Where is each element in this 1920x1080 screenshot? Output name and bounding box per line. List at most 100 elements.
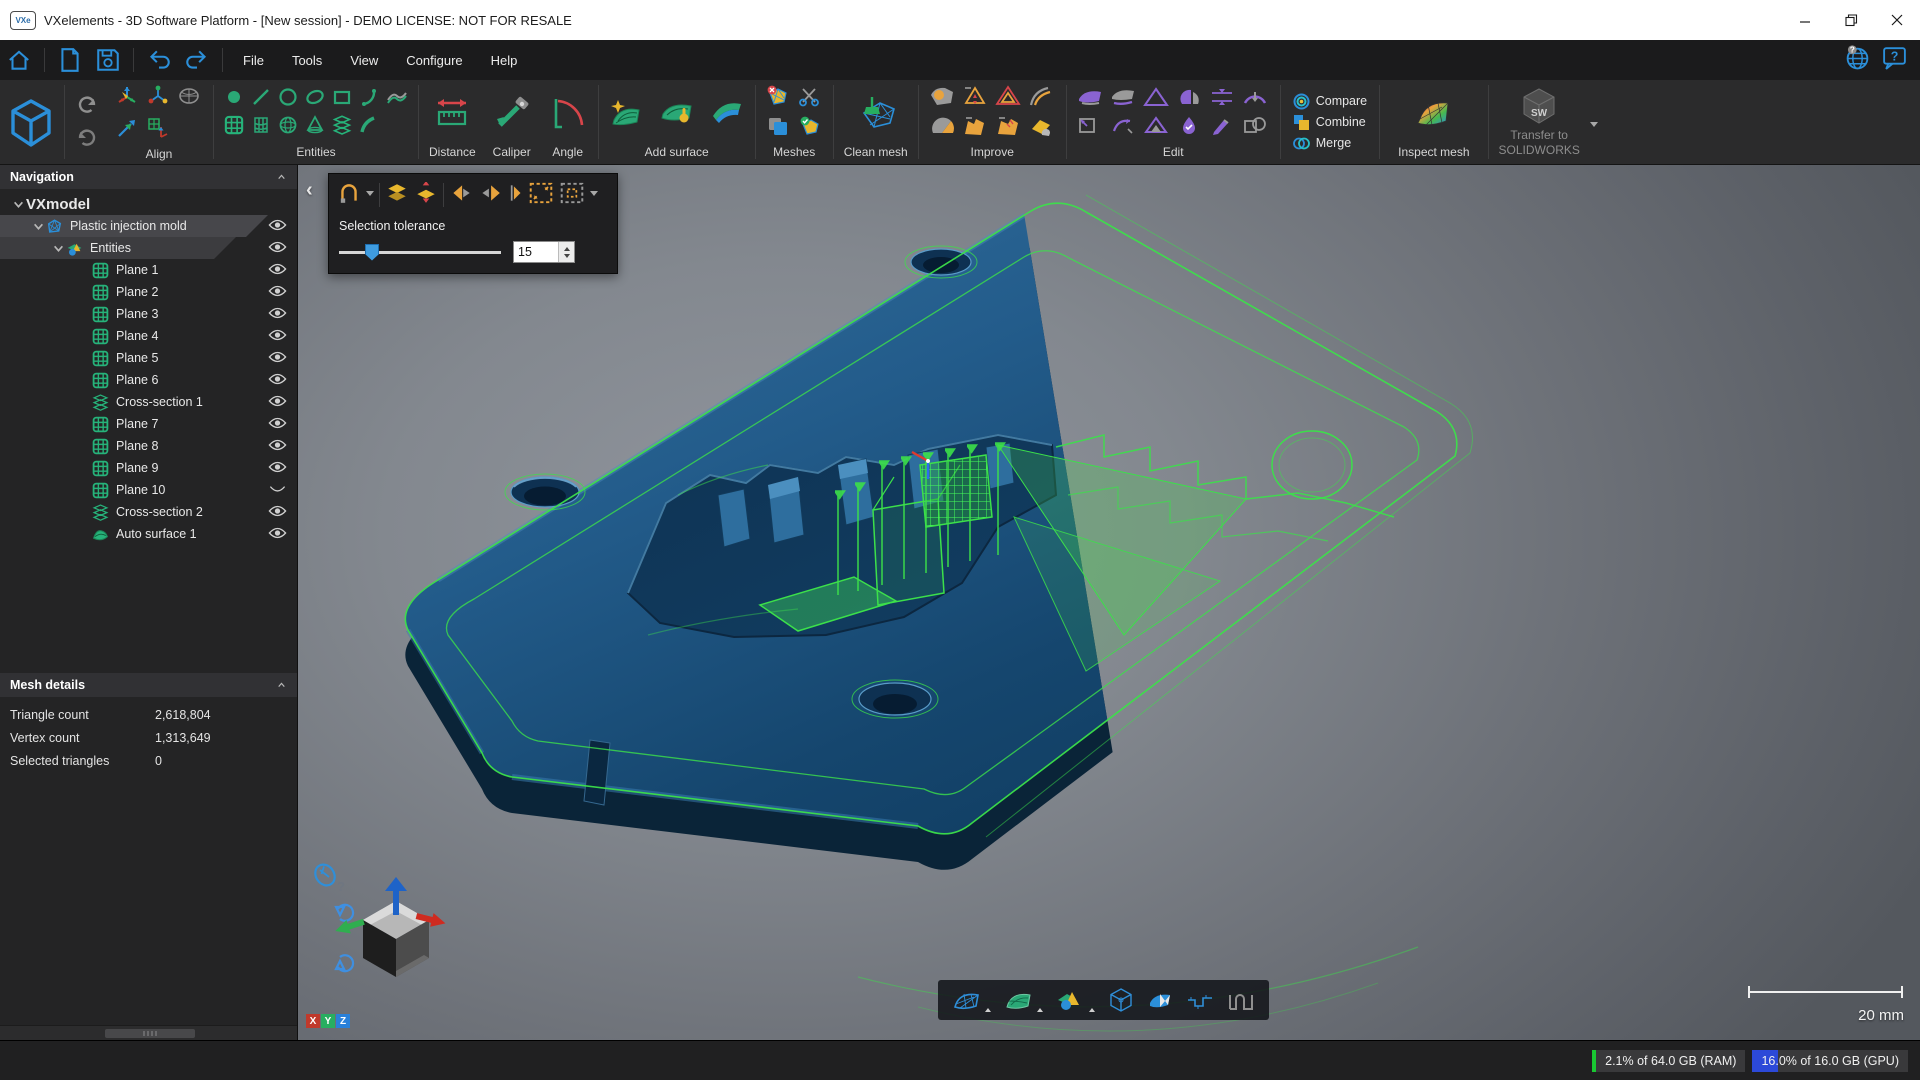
edit-boolean-button[interactable] xyxy=(1242,115,1270,140)
menu-configure[interactable]: Configure xyxy=(392,40,476,80)
entity-cross-section-button[interactable] xyxy=(332,115,352,140)
slider-thumb[interactable] xyxy=(365,244,379,261)
add-surface-fit-button[interactable] xyxy=(709,96,745,131)
shrink-selection-button[interactable] xyxy=(559,181,585,210)
combine-button[interactable]: Combine xyxy=(1293,114,1367,131)
navigation-cube[interactable] xyxy=(324,875,450,1002)
caliper-button[interactable]: Caliper xyxy=(484,80,540,164)
fill-holes-button[interactable] xyxy=(929,85,957,112)
tree-item-plane-9[interactable]: Plane 9 xyxy=(0,457,297,479)
entities-display-dropdown-icon[interactable] xyxy=(1089,1005,1095,1012)
select-visible-button[interactable] xyxy=(414,182,438,209)
ribbon-undo-button[interactable] xyxy=(75,92,99,121)
bounding-box-button[interactable] xyxy=(1108,987,1134,1013)
mesh-display-dropdown-icon[interactable] xyxy=(985,1005,991,1012)
online-help-button[interactable]: ? xyxy=(1844,44,1871,76)
entities-display-button[interactable] xyxy=(1056,988,1095,1012)
cross-section-view-button[interactable] xyxy=(1186,987,1214,1013)
boundary-smooth-button[interactable] xyxy=(1028,85,1056,112)
mesh-display-button[interactable] xyxy=(952,988,991,1012)
tree-item-plane-10[interactable]: Plane 10 xyxy=(0,479,297,501)
home-button[interactable] xyxy=(2,45,36,75)
menu-tools[interactable]: Tools xyxy=(278,40,336,80)
visibility-eye-closed-icon[interactable] xyxy=(268,482,287,497)
tree-item-plane-1[interactable]: Plane 1 xyxy=(0,259,297,281)
add-surface-manual-button[interactable] xyxy=(659,96,695,131)
tree-item-plane-6[interactable]: Plane 6 xyxy=(0,369,297,391)
flip-selection-button[interactable] xyxy=(507,182,523,209)
tree-item-cross-section-1[interactable]: Cross-section 1 xyxy=(0,391,297,413)
entity-plane-button[interactable] xyxy=(224,115,244,140)
tree-item-auto-surface-1[interactable]: Auto surface 1 xyxy=(0,523,297,545)
entity-curve-button[interactable] xyxy=(359,115,379,140)
entity-arc-button[interactable] xyxy=(359,87,379,112)
visibility-eye-icon[interactable] xyxy=(268,306,287,321)
visibility-eye-icon[interactable] xyxy=(268,350,287,365)
save-button[interactable] xyxy=(91,45,125,75)
new-session-button[interactable] xyxy=(53,45,87,75)
tree-item-cross-section-2[interactable]: Cross-section 2 xyxy=(0,501,297,523)
entity-circle-button[interactable] xyxy=(278,87,298,112)
align-entity-button[interactable] xyxy=(146,84,172,113)
tolerance-input[interactable] xyxy=(514,242,558,262)
visibility-eye-icon[interactable] xyxy=(268,372,287,387)
visibility-eye-icon[interactable] xyxy=(268,438,287,453)
visibility-eye-icon[interactable] xyxy=(268,328,287,343)
tree-item-plane-5[interactable]: Plane 5 xyxy=(0,347,297,369)
entity-point-button[interactable] xyxy=(224,87,244,112)
tree-item-entities[interactable]: Entities xyxy=(0,237,297,259)
edit-thickness-button[interactable] xyxy=(1242,87,1270,112)
align-grid-button[interactable] xyxy=(146,116,172,145)
clipping-plane-button[interactable] xyxy=(1147,987,1173,1013)
chevron-down-icon[interactable] xyxy=(50,243,66,254)
transfer-dropdown-icon[interactable] xyxy=(1590,122,1598,131)
duplicate-mesh-button[interactable] xyxy=(766,115,792,142)
spin-down-button[interactable] xyxy=(559,252,574,262)
sandpaper-button[interactable] xyxy=(1028,115,1056,142)
grow-selection-button[interactable] xyxy=(528,181,554,210)
viewport-3d[interactable]: ‹ xyxy=(298,165,1920,1040)
select-through-button[interactable] xyxy=(385,182,409,209)
tree-item-vxmodel[interactable]: VXmodel xyxy=(0,193,297,215)
edit-scale-button[interactable] xyxy=(1209,87,1237,112)
menu-file[interactable]: File xyxy=(229,40,278,80)
select-back-faces-button[interactable] xyxy=(478,182,502,209)
free-form-selection-button[interactable] xyxy=(337,182,361,209)
vxmodel-module-button[interactable] xyxy=(0,80,62,164)
tree-item-plastic-injection-mold[interactable]: Plastic injection mold xyxy=(0,215,297,237)
fill-partial-button[interactable] xyxy=(929,115,957,142)
patch-button[interactable] xyxy=(995,115,1023,142)
tree-item-plane-8[interactable]: Plane 8 xyxy=(0,435,297,457)
delete-mesh-button[interactable] xyxy=(766,85,792,112)
entity-sphere-button[interactable] xyxy=(278,115,298,140)
select-front-faces-button[interactable] xyxy=(449,182,473,209)
edit-split-button[interactable] xyxy=(1176,87,1204,112)
close-button[interactable] xyxy=(1874,0,1920,40)
visibility-eye-icon[interactable] xyxy=(268,526,287,541)
tree-item-plane-4[interactable]: Plane 4 xyxy=(0,325,297,347)
edit-sculpt-button[interactable] xyxy=(1209,115,1237,140)
restore-button[interactable] xyxy=(1828,0,1874,40)
remove-spikes-button[interactable] xyxy=(962,85,990,112)
tolerance-slider[interactable] xyxy=(339,251,501,254)
visibility-eye-icon[interactable] xyxy=(268,394,287,409)
edit-bend-button[interactable] xyxy=(1110,115,1138,140)
navigation-header[interactable]: Navigation xyxy=(0,165,297,189)
clean-mesh-button[interactable]: Clean mesh xyxy=(836,80,916,164)
entity-line-button[interactable] xyxy=(251,87,271,112)
entity-cylinder-button[interactable] xyxy=(251,115,271,140)
compare-button[interactable]: Compare xyxy=(1293,93,1367,110)
split-mesh-button[interactable] xyxy=(797,85,823,112)
entity-rectangle-button[interactable] xyxy=(332,87,352,112)
edit-waterproof-button[interactable] xyxy=(1176,115,1204,140)
align-move-button[interactable] xyxy=(115,116,141,145)
visibility-eye-icon[interactable] xyxy=(268,416,287,431)
edit-taper-button[interactable] xyxy=(1143,115,1171,140)
chevron-down-icon[interactable] xyxy=(30,221,46,232)
panel-collapse-chevron-icon[interactable]: ‹ xyxy=(306,179,313,202)
undo-button[interactable] xyxy=(142,45,176,75)
chevron-down-icon[interactable] xyxy=(10,199,26,210)
redo-button[interactable] xyxy=(180,45,214,75)
visibility-eye-icon[interactable] xyxy=(268,240,287,255)
tree-item-plane-2[interactable]: Plane 2 xyxy=(0,281,297,303)
